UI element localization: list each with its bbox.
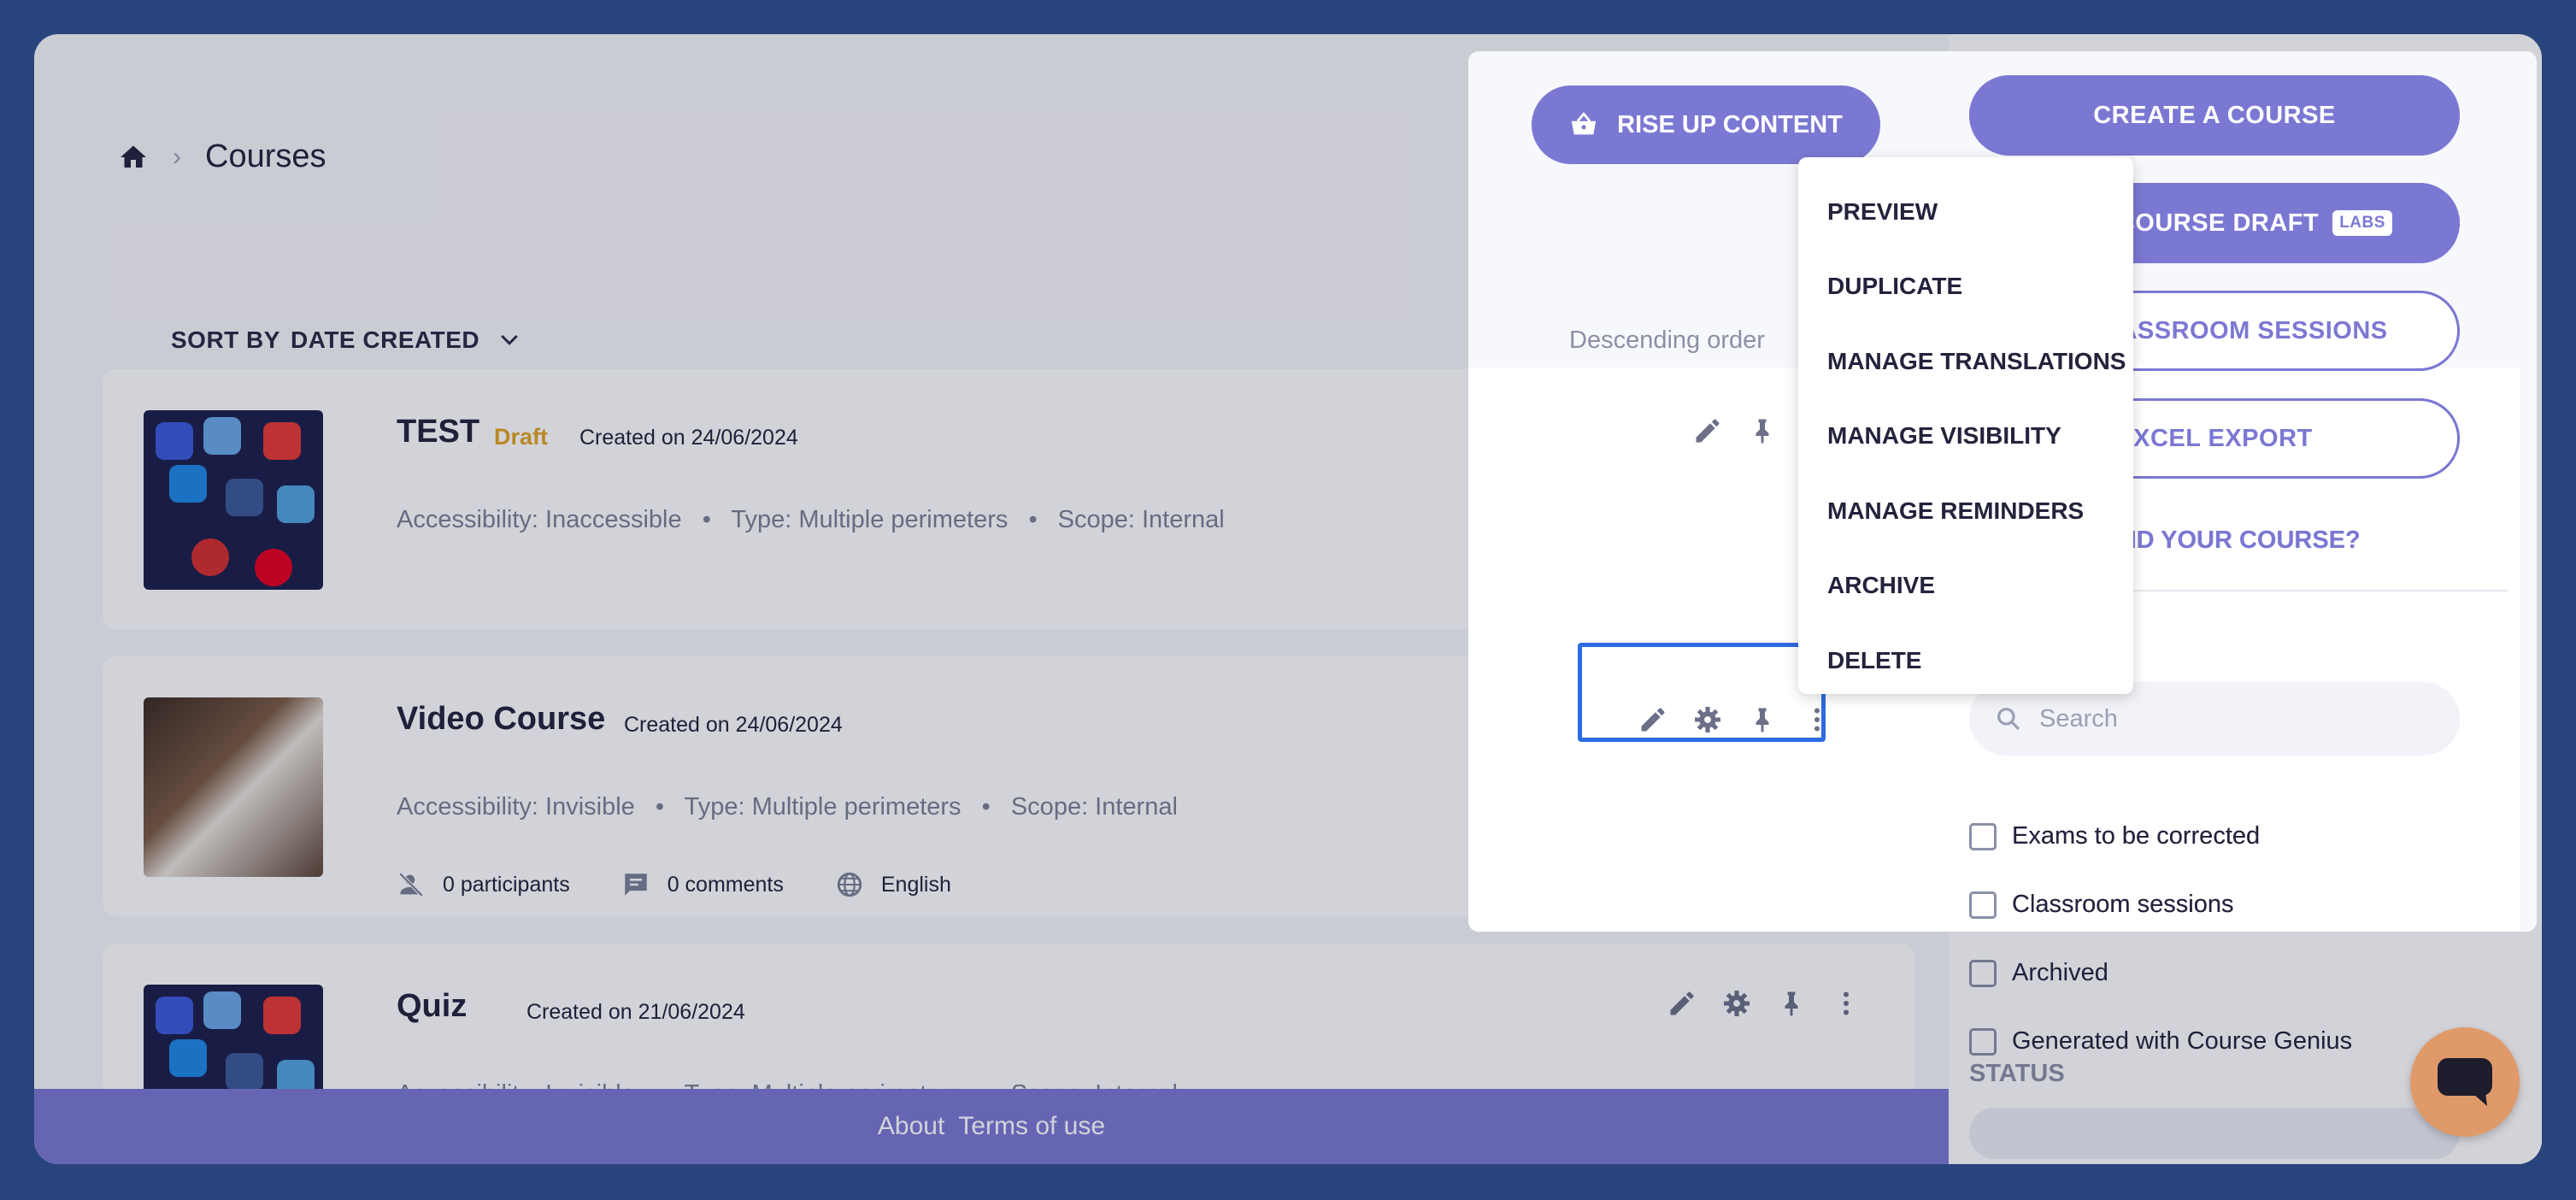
search-icon: [1997, 708, 2020, 731]
menu-item-manage-translations[interactable]: MANAGE TRANSLATIONS: [1798, 324, 2133, 399]
menu-item-duplicate[interactable]: DUPLICATE: [1798, 250, 2133, 325]
context-menu: PREVIEW DUPLICATE MANAGE TRANSLATIONS MA…: [1798, 157, 2133, 694]
search-placeholder: Search: [2039, 704, 2118, 732]
chat-icon: [2438, 1058, 2492, 1106]
filter-classroom[interactable]: Classroom sessions: [1969, 891, 2233, 919]
selected-action-group: [1578, 643, 1826, 742]
create-course-button[interactable]: CREATE A COURSE: [1969, 75, 2460, 156]
menu-item-manage-visibility[interactable]: MANAGE VISIBILITY: [1798, 399, 2133, 474]
menu-item-delete[interactable]: DELETE: [1798, 623, 2133, 698]
basket-icon: [1571, 112, 1597, 135]
menu-item-manage-reminders[interactable]: MANAGE REMINDERS: [1798, 474, 2133, 549]
menu-item-preview[interactable]: PREVIEW: [1798, 174, 2133, 250]
labs-badge: LABS: [2332, 210, 2392, 236]
menu-item-archive[interactable]: ARCHIVE: [1798, 549, 2133, 624]
checkbox[interactable]: [1969, 822, 1997, 850]
rise-up-label: RISE UP CONTENT: [1617, 110, 1843, 138]
checkbox[interactable]: [1969, 891, 1997, 919]
filter-label: Classroom sessions: [2012, 891, 2234, 918]
filter-label: Exams to be corrected: [2012, 822, 2261, 850]
rise-up-content-button[interactable]: RISE UP CONTENT: [1532, 85, 1880, 164]
order-toggle[interactable]: Descending order: [1569, 326, 1765, 355]
card-actions: [1692, 415, 1778, 446]
pencil-icon[interactable]: [1692, 415, 1723, 446]
filter-exams[interactable]: Exams to be corrected: [1969, 822, 2260, 850]
pin-icon[interactable]: [1747, 415, 1778, 446]
chat-button[interactable]: [2410, 1027, 2520, 1137]
